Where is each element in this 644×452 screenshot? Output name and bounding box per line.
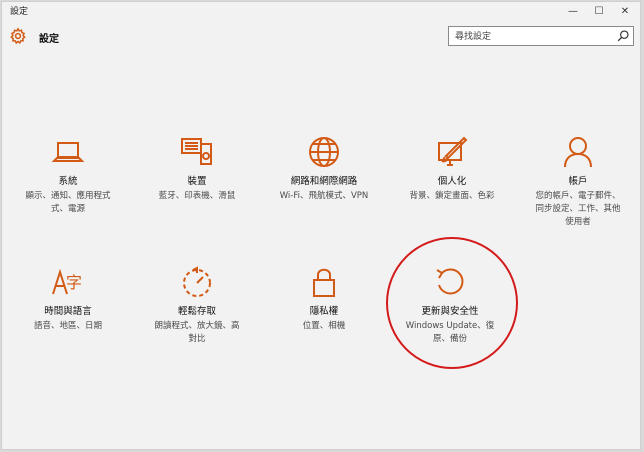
settings-header: 設定 bbox=[2, 24, 640, 50]
tile-label: 帳戶 bbox=[568, 176, 588, 187]
tile-description: 位置、相機 bbox=[302, 321, 346, 331]
tile-personalization[interactable]: 個人化 背景、鎖定畫面、色彩 bbox=[392, 134, 512, 203]
update-refresh-icon bbox=[436, 268, 464, 295]
tile-time-language[interactable]: 字 時間與語言 語音、地區、日期 bbox=[8, 264, 128, 333]
globe-icon bbox=[309, 137, 339, 167]
search-input[interactable] bbox=[453, 28, 607, 46]
keyboard-device-icon bbox=[181, 138, 212, 165]
tile-description: 朗讀程式、放大鏡、高 對比 bbox=[154, 321, 240, 344]
tile-network-internet[interactable]: 網路和網際網路 Wi-Fi、飛航模式、VPN bbox=[264, 134, 384, 203]
laptop-icon bbox=[51, 142, 85, 162]
gear-icon bbox=[10, 27, 26, 45]
tile-devices[interactable]: 裝置 藍牙、印表機、滑鼠 bbox=[137, 134, 257, 203]
tile-privacy[interactable]: 隱私權 位置、相機 bbox=[264, 264, 384, 333]
ease-of-access-icon bbox=[183, 266, 211, 297]
tile-description: 背景、鎖定畫面、色彩 bbox=[409, 191, 495, 201]
tile-description: 您的帳戶、電子郵件、 同步設定、工作、其他 使用者 bbox=[535, 191, 621, 227]
tile-label: 隱私權 bbox=[309, 306, 339, 317]
tile-label: 裝置 bbox=[187, 176, 207, 187]
search-box[interactable] bbox=[448, 26, 634, 46]
lock-icon bbox=[313, 268, 335, 297]
tile-description: 語音、地區、日期 bbox=[33, 321, 102, 331]
tile-label: 系統 bbox=[58, 176, 78, 187]
tile-ease-of-access[interactable]: 輕鬆存取 朗讀程式、放大鏡、高 對比 bbox=[137, 264, 257, 346]
page-title: 設定 bbox=[39, 34, 59, 45]
window-title: 設定 bbox=[10, 7, 29, 17]
close-button[interactable]: ✕ bbox=[612, 2, 638, 20]
tile-accounts[interactable]: 帳戶 您的帳戶、電子郵件、 同步設定、工作、其他 使用者 bbox=[518, 134, 638, 229]
title-bar[interactable]: 設定 — ☐ ✕ bbox=[2, 2, 640, 20]
tile-label: 更新與安全性 bbox=[421, 306, 479, 317]
tile-label: 個人化 bbox=[437, 176, 467, 187]
search-icon[interactable] bbox=[616, 29, 630, 43]
minimize-button[interactable]: — bbox=[560, 2, 586, 20]
tile-system[interactable]: 系統 顯示、通知、應用程式 式、電源 bbox=[8, 134, 128, 216]
tile-description: 顯示、通知、應用程式 式、電源 bbox=[25, 191, 111, 214]
tile-description: Wi-Fi、飛航模式、VPN bbox=[279, 191, 369, 201]
settings-window: 設定 — ☐ ✕ 設定 系統 顯示、 bbox=[1, 1, 641, 450]
tile-description: 藍牙、印表機、滑鼠 bbox=[158, 191, 236, 201]
paint-screen-icon bbox=[438, 136, 468, 166]
language-icon: 字 bbox=[52, 268, 82, 295]
tile-label: 網路和網際網路 bbox=[290, 176, 358, 187]
tile-label: 輕鬆存取 bbox=[177, 306, 216, 317]
maximize-button[interactable]: ☐ bbox=[586, 2, 612, 20]
tile-description: Windows Update、復 原、備份 bbox=[405, 321, 495, 344]
person-icon bbox=[564, 137, 592, 168]
tile-update-security[interactable]: 更新與安全性 Windows Update、復 原、備份 bbox=[390, 264, 510, 346]
tile-label: 時間與語言 bbox=[44, 306, 92, 317]
svg-text:字: 字 bbox=[66, 273, 82, 292]
